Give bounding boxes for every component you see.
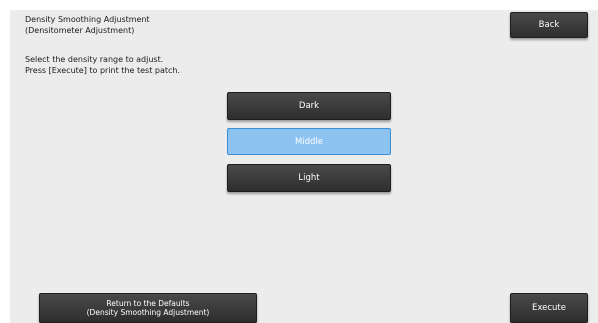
instruction-line-2: Press [Execute] to print the test patch. [25,66,180,75]
page-title: Density Smoothing Adjustment (Densitomet… [25,14,150,36]
defaults-label-line-2: (Density Smoothing Adjustment) [86,308,210,317]
range-middle-button[interactable]: Middle [227,128,391,155]
page-title-line-2: (Densitometer Adjustment) [25,26,135,35]
instruction-line-1: Select the density range to adjust. [25,55,164,64]
return-to-defaults-button[interactable]: Return to the Defaults (Density Smoothin… [39,293,257,323]
adjustment-screen: Density Smoothing Adjustment (Densitomet… [10,10,598,323]
range-light-button[interactable]: Light [227,164,391,192]
instructions: Select the density range to adjust. Pres… [25,54,180,76]
defaults-label-line-1: Return to the Defaults [106,299,190,308]
range-dark-button[interactable]: Dark [227,92,391,120]
page-title-line-1: Density Smoothing Adjustment [25,15,150,24]
back-button[interactable]: Back [510,12,588,38]
execute-button[interactable]: Execute [510,293,588,323]
